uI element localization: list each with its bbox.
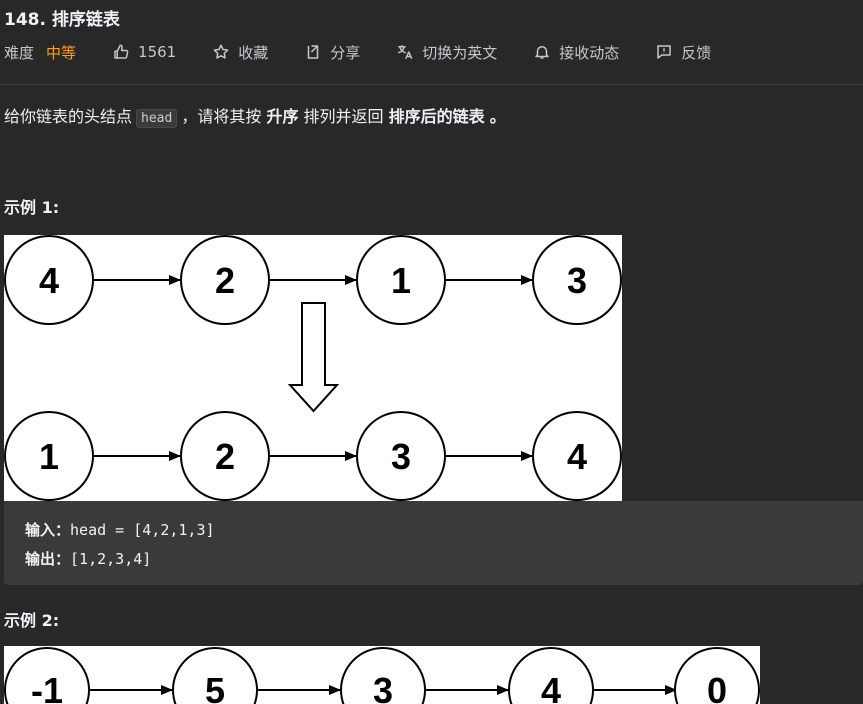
input-line: 输入：head = [4,2,1,3] [25,519,215,540]
bell-icon [535,46,550,59]
desc-text-1: 给你链表的头结点 [4,107,133,126]
input-label: 输入： [25,521,71,539]
switch-language-button[interactable]: 切换为英文 [396,42,497,63]
notify-button[interactable]: 接收动态 [533,42,619,63]
example-1-io-block: 输入：head = [4,2,1,3] 输出：[1,2,3,4] [4,501,863,585]
node-value: 3 [391,436,411,477]
share-button[interactable]: 分享 [304,42,360,63]
node-value: 3 [567,260,587,301]
switch-language-label: 切换为英文 [422,43,498,62]
share-label: 分享 [330,43,361,62]
example-1-title: 示例 1: [4,198,60,217]
problem-description: 给你链表的头结点 head ，请将其按 升序 排列并返回 排序后的链表 。 [4,104,506,132]
output-value: [1,2,3,4] [70,550,152,568]
translate-icon [398,45,413,60]
difficulty-badge: 中等 [46,43,77,62]
node-value: 2 [215,436,235,477]
problem-title: 148. 排序链表 [4,10,120,30]
problem-meta-bar: 难度 中等 1561 收藏 分享 切换为英文 接收动态 反馈 [4,40,747,64]
share-icon [307,45,319,59]
down-arrow-icon [287,302,340,413]
desc-text-2: ，请将其按 [181,107,262,126]
favorite-label: 收藏 [238,43,269,62]
example-2-title: 示例 2: [4,611,60,630]
node-value: 2 [215,260,235,301]
node-value: 3 [373,670,393,704]
list-after: 1 2 3 4 [4,411,622,501]
desc-text-3: 排列并返回 [303,107,384,126]
feedback-icon [657,45,672,59]
output-line: 输出：[1,2,3,4] [25,548,151,569]
output-label: 输出： [25,550,71,568]
notify-label: 接收动态 [559,43,620,62]
input-value: head = [4,2,1,3] [70,521,215,539]
thumbs-up-icon [114,44,129,59]
desc-bold-sorted-list: 排序后的链表 [388,107,485,126]
example-1-diagram: 4 2 1 3 1 2 3 4 [4,235,622,501]
like-button[interactable]: 1561 [112,43,176,61]
difficulty-label: 难度 [4,43,35,62]
node-value: 5 [205,670,225,704]
node-value: -1 [31,670,63,704]
like-count: 1561 [138,43,177,61]
header-divider [0,84,863,85]
node-value: 4 [39,260,59,301]
favorite-button[interactable]: 收藏 [212,42,268,63]
node-value: 1 [39,436,59,477]
star-icon [213,44,229,59]
desc-bold-ascending: 升序 [266,107,299,126]
desc-period: 。 [489,107,506,126]
inline-code-head: head [136,109,178,128]
feedback-label: 反馈 [681,43,712,62]
node-value: 4 [567,436,587,477]
node-value: 1 [391,260,411,301]
example-2-diagram: -1 5 3 4 0 [4,646,760,704]
node-value: 4 [541,670,561,704]
feedback-button[interactable]: 反馈 [655,42,711,63]
node-value: 0 [707,670,727,704]
